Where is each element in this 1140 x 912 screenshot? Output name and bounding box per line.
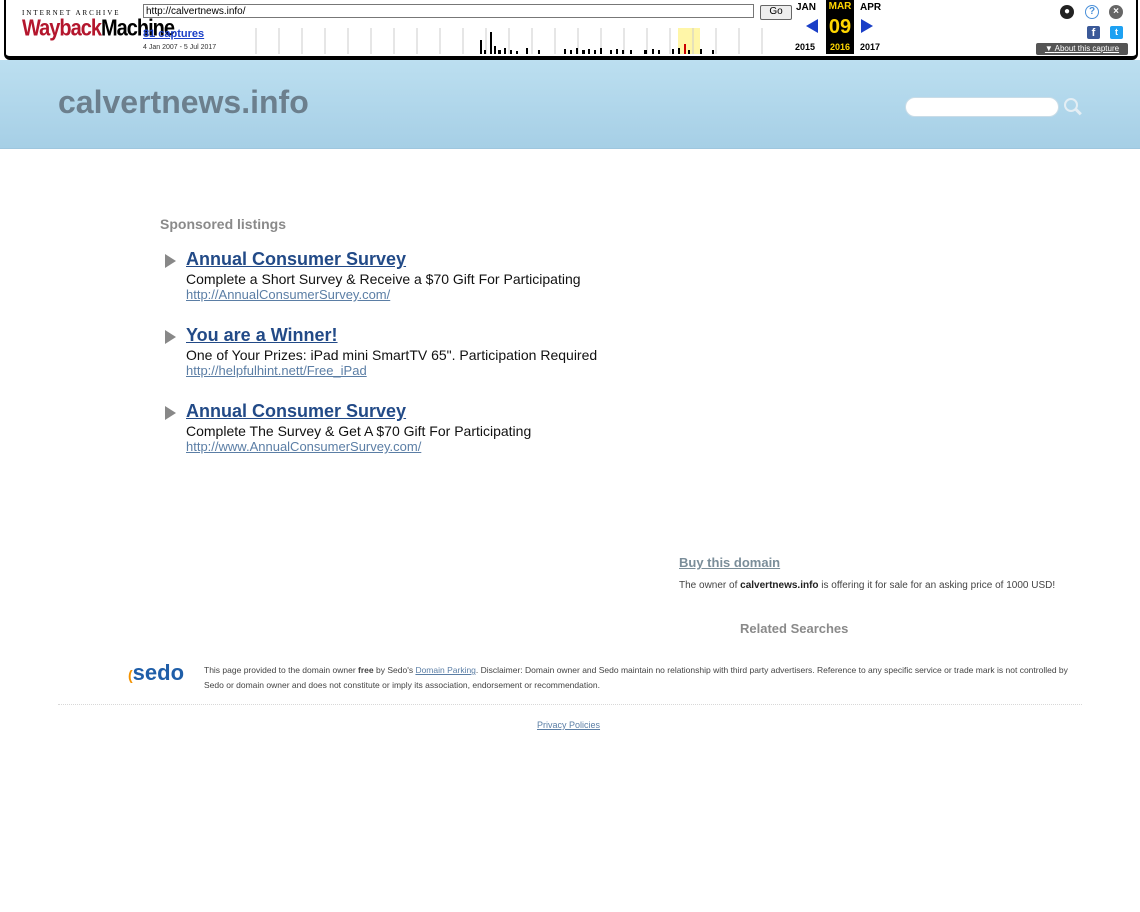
year-current: 2016 xyxy=(826,40,854,54)
date-range: 4 Jan 2007 - 5 Jul 2017 xyxy=(143,44,217,51)
capture-day: 09 xyxy=(826,14,854,40)
listing-title-link[interactable]: You are a Winner! xyxy=(186,325,338,346)
buy-domain-link[interactable]: Buy this domain xyxy=(679,555,780,570)
wayback-toolbar: INTERNET ARCHIVE WaybackMachine http://c… xyxy=(0,0,1140,60)
go-button[interactable]: Go xyxy=(760,5,792,20)
sedo-logo: (sedo xyxy=(128,660,184,686)
listing-description: One of Your Prizes: iPad mini SmartTV 65… xyxy=(186,347,598,363)
search-icon-handle xyxy=(1074,107,1082,116)
footer-divider xyxy=(58,704,1082,705)
month-next[interactable]: APR xyxy=(860,2,881,13)
search-input[interactable] xyxy=(905,97,1059,117)
disc-free: free xyxy=(358,665,374,675)
listing-title-link[interactable]: Annual Consumer Survey xyxy=(186,401,406,422)
year-prev[interactable]: 2015 xyxy=(795,42,815,52)
site-header: calvertnews.info xyxy=(0,60,1140,149)
user-icon[interactable]: ● xyxy=(1060,5,1074,19)
next-capture-arrow-icon[interactable] xyxy=(861,19,873,33)
captures-link[interactable]: 81 captures xyxy=(143,28,204,40)
listing-description: Complete The Survey & Get A $70 Gift For… xyxy=(186,423,532,439)
related-searches-heading: Related Searches xyxy=(740,621,849,636)
about-capture-label: About this capture xyxy=(1054,44,1120,53)
domain-parking-link[interactable]: Domain Parking xyxy=(415,665,475,675)
captures-sparkline[interactable] xyxy=(234,28,790,54)
listing-url-link[interactable]: http://AnnualConsumerSurvey.com/ xyxy=(186,287,390,302)
site-title: calvertnews.info xyxy=(58,84,309,120)
listing-url-link[interactable]: http://www.AnnualConsumerSurvey.com/ xyxy=(186,439,421,454)
disc-pre: This page provided to the domain owner xyxy=(204,665,359,675)
about-capture-button[interactable]: ▼ About this capture xyxy=(1036,43,1128,55)
listing-title-link[interactable]: Annual Consumer Survey xyxy=(186,249,406,270)
triangle-bullet-icon xyxy=(165,254,176,268)
disclaimer-text: This page provided to the domain owner f… xyxy=(204,663,1074,693)
url-input[interactable]: http://calvertnews.info/ xyxy=(143,4,754,18)
listing-url-link[interactable]: http://helpfulhint.nett/Free_iPad xyxy=(186,363,367,378)
domain-sale-text: The owner of calvertnews.info is offerin… xyxy=(679,580,1055,591)
privacy-policies-link[interactable]: Privacy Policies xyxy=(537,720,600,730)
sponsored-heading: Sponsored listings xyxy=(160,216,287,232)
owner-domain: calvertnews.info xyxy=(740,580,819,591)
month-prev[interactable]: JAN xyxy=(796,2,816,13)
prev-capture-arrow-icon[interactable] xyxy=(806,19,818,33)
triangle-bullet-icon xyxy=(165,406,176,420)
year-next[interactable]: 2017 xyxy=(860,42,880,52)
owner-post: is offering it for sale for an asking pr… xyxy=(818,580,1056,591)
month-current: MAR xyxy=(826,0,854,14)
disc-by: by Sedo's xyxy=(373,665,416,675)
close-icon[interactable]: × xyxy=(1109,5,1123,19)
owner-pre: The owner of xyxy=(679,580,741,591)
triangle-bullet-icon xyxy=(165,330,176,344)
help-icon[interactable]: ? xyxy=(1085,5,1099,19)
listing-description: Complete a Short Survey & Receive a $70 … xyxy=(186,271,581,287)
sedo-logo-text: sedo xyxy=(132,660,185,685)
logo-way: Wayback xyxy=(22,16,102,42)
facebook-icon[interactable]: f xyxy=(1087,26,1100,39)
twitter-icon[interactable]: t xyxy=(1110,26,1123,39)
